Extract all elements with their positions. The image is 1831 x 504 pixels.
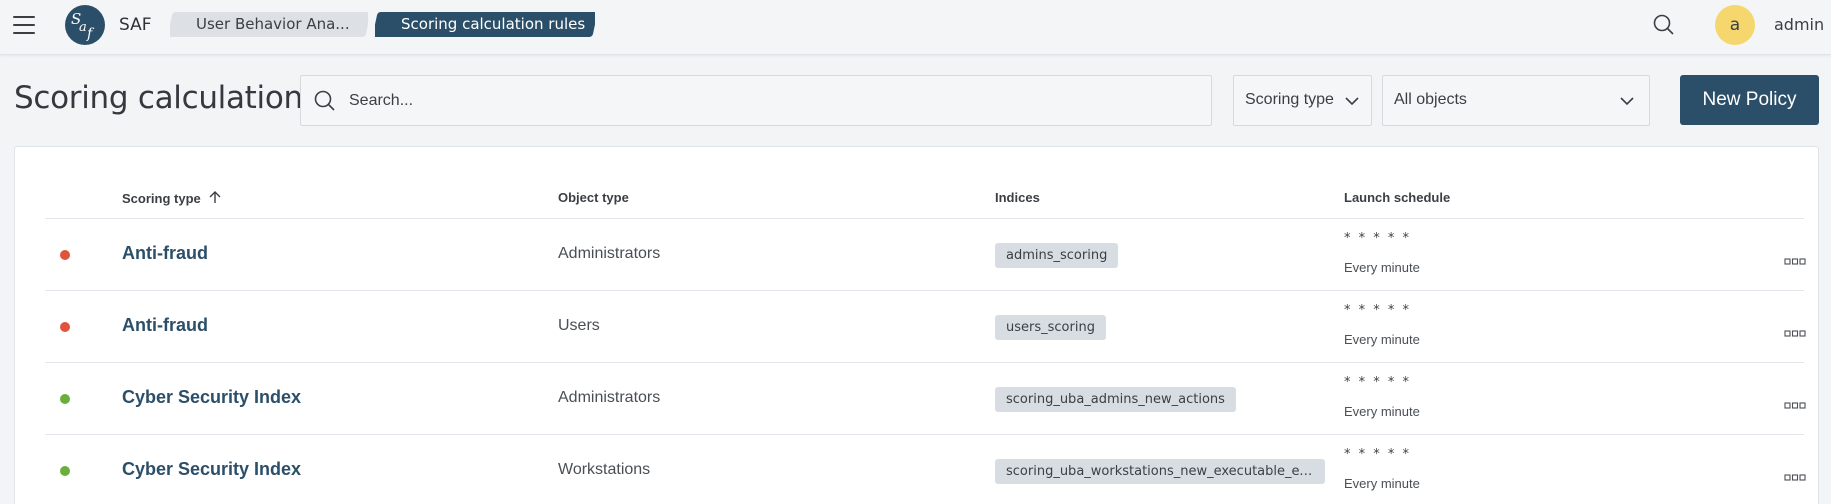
search-icon[interactable] bbox=[1652, 13, 1676, 37]
search-field[interactable] bbox=[300, 75, 1212, 126]
column-header-scoring-type[interactable]: Scoring type bbox=[122, 190, 221, 207]
more-icon[interactable] bbox=[1784, 251, 1806, 265]
cron-expression: * * * * * bbox=[1344, 375, 1412, 390]
column-label: Scoring type bbox=[122, 191, 201, 206]
app-name[interactable]: SAF bbox=[119, 15, 152, 35]
schedule-text: Every minute bbox=[1344, 476, 1420, 491]
more-icon[interactable] bbox=[1784, 323, 1806, 337]
svg-text:f: f bbox=[86, 26, 95, 42]
scoring-type-link[interactable]: Cyber Security Index bbox=[122, 387, 301, 408]
scoring-type-filter[interactable]: Scoring type bbox=[1233, 75, 1372, 126]
sort-arrow-up-icon bbox=[209, 190, 221, 207]
schedule-text: Every minute bbox=[1344, 404, 1420, 419]
chevron-down-icon bbox=[1619, 94, 1635, 108]
search-input[interactable] bbox=[349, 76, 1199, 125]
column-header-launch-schedule[interactable]: Launch schedule bbox=[1344, 190, 1450, 205]
scoring-type-link[interactable]: Anti-fraud bbox=[122, 243, 208, 264]
scoring-type-link[interactable]: Anti-fraud bbox=[122, 315, 208, 336]
index-badge: scoring_uba_workstations_new_executable_… bbox=[995, 459, 1325, 484]
table-row[interactable]: Anti-fraud Users users_scoring * * * * *… bbox=[45, 291, 1806, 363]
breadcrumb-item-scoring-rules[interactable]: Scoring calculation rules bbox=[375, 12, 595, 37]
scoring-type-label: Scoring type bbox=[1245, 91, 1334, 108]
more-icon[interactable] bbox=[1784, 395, 1806, 409]
avatar[interactable]: a bbox=[1715, 5, 1755, 45]
index-badge: admins_scoring bbox=[995, 243, 1119, 268]
table-row[interactable]: Anti-fraud Administrators admins_scoring… bbox=[45, 219, 1806, 291]
menu-icon[interactable] bbox=[13, 16, 35, 34]
table-header: Scoring type Object type Indices Launch … bbox=[45, 147, 1804, 219]
more-icon[interactable] bbox=[1784, 467, 1806, 481]
column-header-indices[interactable]: Indices bbox=[995, 190, 1040, 205]
scoring-type-link[interactable]: Cyber Security Index bbox=[122, 459, 301, 480]
logo-icon[interactable]: S a f bbox=[65, 5, 105, 45]
breadcrumb-item-user-behavior[interactable]: User Behavior Ana... bbox=[170, 12, 368, 37]
table-row[interactable]: Cyber Security Index Administrators scor… bbox=[45, 363, 1806, 435]
new-policy-button[interactable]: New Policy bbox=[1680, 75, 1819, 125]
cron-expression: * * * * * bbox=[1344, 303, 1412, 318]
objects-filter[interactable]: All objects bbox=[1382, 75, 1650, 126]
search-icon bbox=[313, 89, 337, 113]
svg-text:a: a bbox=[79, 20, 87, 35]
cron-expression: * * * * * bbox=[1344, 447, 1412, 462]
table-row[interactable]: Cyber Security Index Workstations scorin… bbox=[45, 435, 1806, 504]
object-type: Workstations bbox=[558, 461, 651, 478]
object-type: Administrators bbox=[558, 245, 661, 262]
schedule-text: Every minute bbox=[1344, 260, 1420, 275]
object-type: Users bbox=[558, 317, 600, 334]
cron-expression: * * * * * bbox=[1344, 231, 1412, 246]
status-dot bbox=[60, 322, 70, 332]
avatar-letter: a bbox=[1729, 15, 1741, 35]
objects-filter-value: All objects bbox=[1394, 91, 1467, 108]
status-dot bbox=[60, 250, 70, 260]
status-dot bbox=[60, 466, 70, 476]
object-type: Administrators bbox=[558, 389, 661, 406]
index-badge: scoring_uba_admins_new_actions bbox=[995, 387, 1236, 412]
status-dot bbox=[60, 394, 70, 404]
column-header-object-type[interactable]: Object type bbox=[558, 190, 629, 205]
page-title: Scoring calculations bbox=[14, 80, 319, 116]
chevron-down-icon bbox=[1344, 94, 1360, 108]
policies-table: Scoring type Object type Indices Launch … bbox=[14, 146, 1819, 504]
index-badge: users_scoring bbox=[995, 315, 1106, 340]
schedule-text: Every minute bbox=[1344, 332, 1420, 347]
username[interactable]: admin bbox=[1774, 15, 1824, 34]
top-bar: S a f SAF User Behavior Ana... Scoring c… bbox=[0, 0, 1831, 55]
